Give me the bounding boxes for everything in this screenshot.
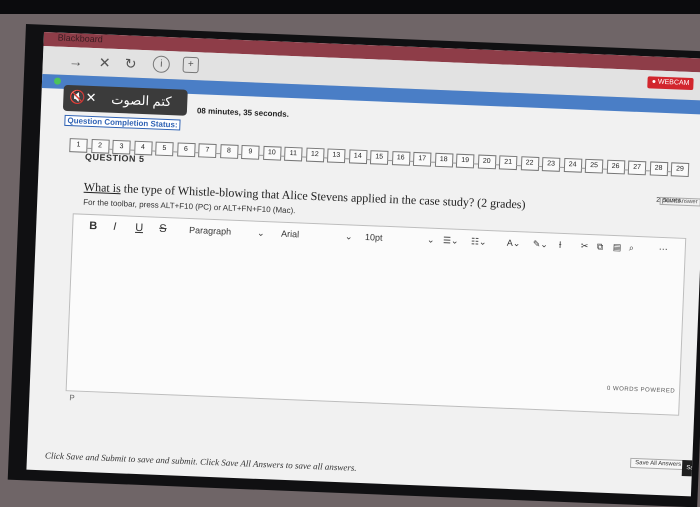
highlight-icon[interactable]: ✎⌄ [533, 239, 548, 251]
question-nav-item[interactable]: 10 [262, 145, 282, 161]
copy-icon[interactable]: ⧉ [597, 241, 604, 252]
mute-icon[interactable]: 🔇✕ [69, 89, 97, 106]
mute-popup[interactable]: 🔇✕ كتم الصوت [62, 84, 188, 116]
bookmark-icon[interactable]: + [182, 56, 200, 74]
question-nav-item[interactable]: 18 [434, 152, 453, 168]
editor-path: P [69, 393, 75, 403]
paragraph-chevron-icon[interactable]: ⌄ [257, 228, 265, 239]
mute-label: كتم الصوت [111, 91, 172, 110]
save-answer-button[interactable]: Save Answer [659, 196, 700, 207]
time-remaining: 08 minutes, 35 seconds. [196, 106, 290, 119]
bold-button[interactable]: B [89, 220, 97, 232]
clear-format-icon[interactable]: Ɨ [559, 240, 562, 250]
status-dot-icon [53, 77, 62, 85]
paragraph-select[interactable]: Paragraph [189, 225, 231, 237]
question-nav-item[interactable]: 14 [348, 149, 368, 165]
forward-icon[interactable]: → [69, 53, 84, 70]
cut-icon[interactable]: ✂ [581, 241, 589, 252]
question-nav-item[interactable]: 5 [155, 141, 174, 157]
strikethrough-button[interactable]: S [159, 223, 167, 235]
question-nav-item[interactable]: 23 [541, 157, 561, 172]
font-select[interactable]: Arial [281, 229, 299, 240]
question-nav-item[interactable]: 12 [305, 147, 325, 163]
close-icon[interactable]: ✕ [98, 54, 111, 71]
numbered-list-icon[interactable]: ☷⌄ [471, 236, 487, 248]
word-count: 0 WORDS POWERED [606, 385, 676, 395]
question-nav-item[interactable]: 16 [391, 151, 410, 166]
question-nav-item[interactable]: 28 [649, 161, 668, 177]
font-chevron-icon[interactable]: ⌄ [345, 231, 353, 242]
recording-badge: ● WEBCAM [647, 76, 694, 91]
save-all-answers-button[interactable]: Save All Answers [629, 457, 687, 471]
section-heading: QUESTION 5 [84, 151, 145, 165]
question-nav-item[interactable]: 8 [219, 144, 239, 159]
question-nav-item[interactable]: 27 [627, 160, 647, 176]
question-nav-item[interactable]: 9 [241, 145, 260, 160]
question-nav-item[interactable]: 19 [455, 153, 475, 169]
question-nav-item[interactable]: 25 [584, 158, 604, 174]
question-nav-item[interactable]: 15 [369, 150, 389, 165]
more-icon[interactable]: ⋯ [659, 244, 668, 255]
question-nav-item[interactable]: 6 [176, 142, 196, 158]
text-color-icon[interactable]: A⌄ [507, 238, 521, 250]
info-icon[interactable]: i [152, 55, 171, 74]
question-nav-item[interactable]: 7 [198, 143, 217, 159]
underline-button[interactable]: U [135, 222, 143, 234]
paste-icon[interactable]: ▤ [613, 242, 622, 253]
question-nav-item[interactable]: 26 [606, 159, 625, 175]
question-prefix: What is [83, 179, 122, 196]
question-nav-item[interactable]: 13 [326, 148, 346, 164]
footer-instructions: Click Save and Submit to save and submit… [44, 450, 357, 473]
question-nav-item[interactable]: 20 [477, 154, 496, 170]
question-nav-item[interactable]: 22 [520, 156, 539, 171]
answer-editor[interactable]: B I U S Paragraph ⌄ Arial ⌄ 10pt ⌄ ☰⌄ ☷⌄… [65, 213, 687, 416]
monitor-screen: Blackboard → ✕ ↻ i + ● WEBCAM 🔇✕ كتم الص… [26, 32, 700, 497]
wall-top [0, 0, 700, 14]
question-text: What is the type of Whistle-blowing that… [84, 180, 644, 217]
italic-button[interactable]: I [113, 221, 117, 233]
search-icon[interactable]: ⌕ [629, 243, 634, 254]
question-navigator: 1 2 3 4 5 6 7 8 9 10 11 12 13 14 15 16 17 18 19 20 21 22 23 24 2… [69, 138, 699, 181]
question-nav-item[interactable]: 21 [498, 155, 518, 171]
window-title: Blackboard [57, 32, 103, 45]
size-select[interactable]: 10pt [365, 232, 383, 243]
question-nav-item[interactable]: 11 [284, 146, 303, 162]
question-nav-item[interactable]: 17 [412, 151, 432, 167]
bullet-list-icon[interactable]: ☰⌄ [443, 235, 459, 247]
reload-icon[interactable]: ↻ [124, 55, 136, 72]
question-nav-item[interactable]: 1 [69, 138, 88, 153]
question-nav-item[interactable]: 29 [670, 162, 690, 177]
question-nav-item[interactable]: 24 [563, 157, 582, 173]
question-completion-status[interactable]: Question Completion Status: [64, 114, 181, 131]
size-chevron-icon[interactable]: ⌄ [427, 235, 435, 246]
